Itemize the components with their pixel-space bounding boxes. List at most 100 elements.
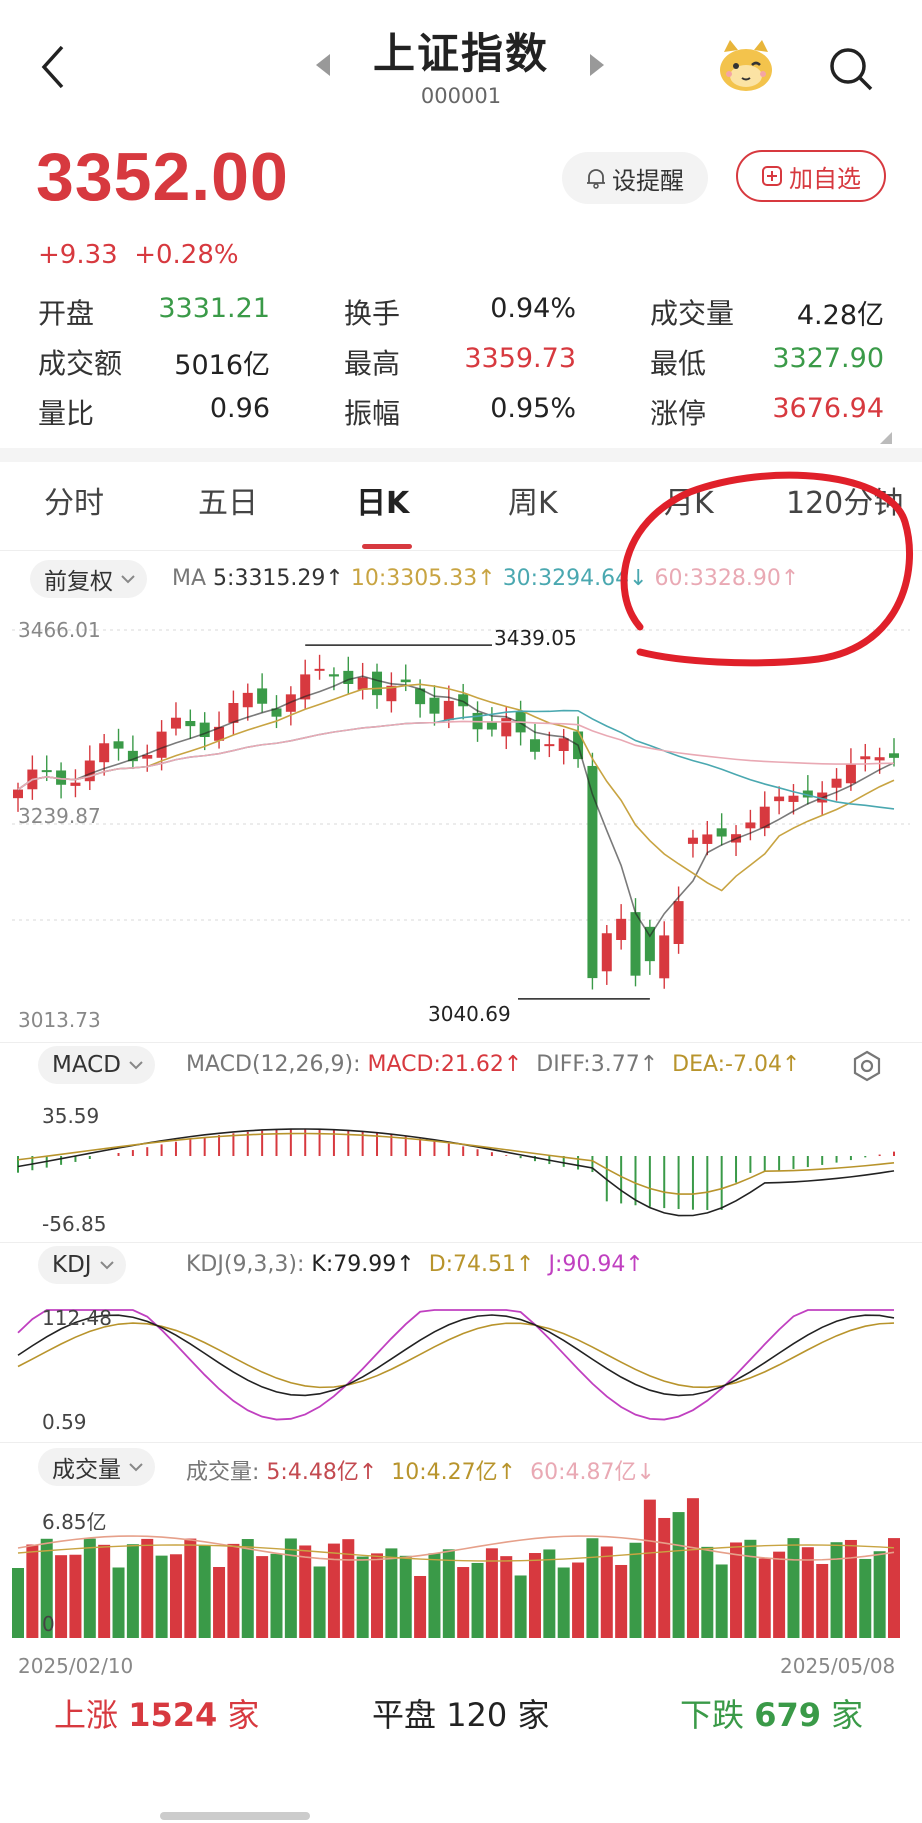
candle-body xyxy=(443,700,454,721)
active-tab-indicator xyxy=(362,544,412,549)
stat-label: 最高 xyxy=(344,347,401,380)
stat-value: 0.94% xyxy=(490,293,576,324)
home-indicator xyxy=(160,1812,310,1820)
candle-body xyxy=(745,822,756,829)
candle-body xyxy=(113,741,124,749)
volume-bar xyxy=(356,1556,369,1638)
volume-bar xyxy=(787,1538,800,1638)
volume-bar xyxy=(155,1555,168,1638)
volume-bar xyxy=(500,1556,513,1638)
candle-body xyxy=(558,738,569,752)
candle-body xyxy=(673,901,684,944)
high-marker-label: 3439.05 xyxy=(494,626,577,650)
candle-body xyxy=(357,677,368,690)
tab-daily-k[interactable]: 日K xyxy=(356,478,409,522)
macd-y-top: 35.59 xyxy=(42,1104,100,1128)
advancers: 上涨 1524 家 xyxy=(54,1696,260,1734)
next-index-icon[interactable] xyxy=(590,54,604,76)
volume-dropdown[interactable]: 成交量 xyxy=(38,1448,155,1486)
volume-bar xyxy=(442,1549,455,1638)
macd-chart[interactable] xyxy=(0,1090,922,1240)
tab-intraday[interactable]: 分时 xyxy=(44,478,104,522)
volume-bar xyxy=(299,1545,312,1638)
volume-bar xyxy=(471,1562,484,1638)
volume-separator xyxy=(0,1442,922,1443)
stat-value: 3359.73 xyxy=(464,343,576,374)
volume-bar xyxy=(528,1553,541,1638)
add-watchlist-button[interactable]: 加自选 xyxy=(736,150,886,202)
volume-bar xyxy=(643,1499,656,1638)
stat-value: 3327.90 xyxy=(772,343,884,374)
moving-average-line xyxy=(17,675,895,938)
volume-bar xyxy=(227,1543,240,1638)
macd-y-bottom: -56.85 xyxy=(42,1212,107,1236)
volume-y-bottom: 0 xyxy=(42,1612,55,1636)
volume-bar xyxy=(730,1542,743,1638)
candle-body xyxy=(889,753,899,758)
candle-body xyxy=(314,668,325,671)
volume-bar xyxy=(514,1575,527,1638)
kdj-chart[interactable] xyxy=(0,1290,922,1440)
volume-bar xyxy=(241,1539,254,1638)
kdj-y-top: 112.48 xyxy=(42,1306,112,1330)
settings-icon[interactable] xyxy=(852,1050,882,1082)
candle-body xyxy=(659,935,670,979)
candle-body xyxy=(601,933,612,972)
section-divider xyxy=(0,448,922,462)
volume-bar xyxy=(844,1539,857,1638)
volume-bar xyxy=(169,1554,182,1638)
search-icon[interactable] xyxy=(826,44,876,94)
stat-label: 开盘 xyxy=(38,297,95,330)
chevron-down-icon xyxy=(129,1061,143,1070)
set-alert-button[interactable]: 设提醒 xyxy=(562,152,708,204)
candle-body xyxy=(400,679,411,683)
volume-bar xyxy=(557,1567,570,1638)
stat-label: 涨停 xyxy=(650,397,707,430)
candle-body xyxy=(501,718,512,737)
stat-value: 5016亿 xyxy=(174,350,270,381)
stat-label: 换手 xyxy=(344,297,401,330)
candle-body xyxy=(831,778,842,788)
corner-expand-icon[interactable] xyxy=(880,432,892,444)
volume-bar xyxy=(801,1547,814,1638)
candle-body xyxy=(788,795,799,802)
volume-bar xyxy=(586,1538,599,1638)
volume-bar xyxy=(126,1544,139,1638)
candle-body xyxy=(41,770,52,773)
volume-bar xyxy=(198,1545,211,1638)
kdj-dropdown[interactable]: KDJ xyxy=(38,1246,126,1284)
volume-bar xyxy=(715,1564,728,1638)
volume-bar xyxy=(112,1567,125,1638)
plus-box-icon xyxy=(762,166,782,186)
volume-bar xyxy=(744,1539,757,1638)
moving-average-line xyxy=(17,683,895,892)
candle-body xyxy=(13,789,23,799)
volume-bar xyxy=(600,1546,613,1638)
candle-body xyxy=(687,837,698,844)
volume-bar xyxy=(658,1517,671,1638)
volume-bar xyxy=(572,1562,585,1638)
volume-bar xyxy=(629,1542,642,1638)
volume-bar xyxy=(371,1553,384,1638)
volume-bar xyxy=(485,1548,498,1638)
volume-bar xyxy=(758,1558,771,1638)
mascot-icon[interactable] xyxy=(716,36,776,94)
volume-bar xyxy=(399,1555,412,1638)
kdj-k-line xyxy=(17,1314,895,1397)
volume-bar xyxy=(686,1498,699,1638)
candle-body xyxy=(587,765,598,979)
candle-body xyxy=(170,717,181,729)
volume-chart[interactable] xyxy=(0,1490,922,1640)
candle-body xyxy=(702,834,713,844)
stat-value: 0.96 xyxy=(209,393,270,424)
volume-bar xyxy=(428,1553,441,1638)
volume-bar xyxy=(83,1538,96,1638)
tab-five-day[interactable]: 五日 xyxy=(198,478,258,522)
unchanged: 平盘 120 家 xyxy=(372,1696,550,1734)
macd-dropdown[interactable]: MACD xyxy=(38,1046,155,1084)
candle-body xyxy=(372,671,383,696)
volume-bar xyxy=(284,1538,297,1638)
candle-body xyxy=(99,743,110,763)
tab-weekly-k[interactable]: 周K xyxy=(508,478,558,522)
adjust-dropdown[interactable]: 前复权 xyxy=(30,560,147,598)
